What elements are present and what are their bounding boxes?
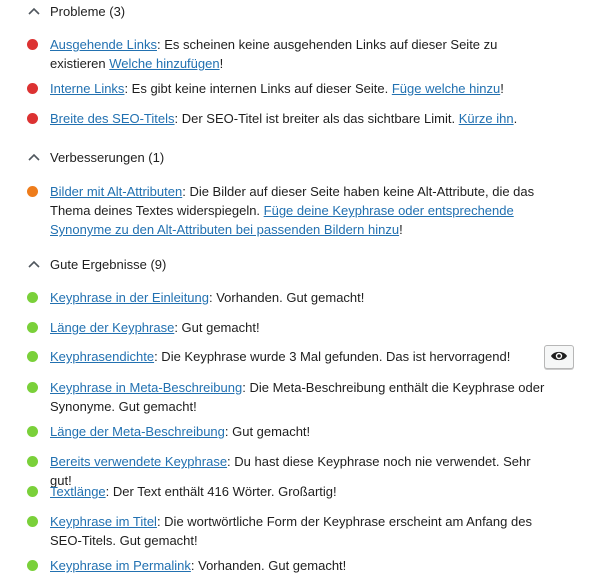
status-bullet-green: [27, 382, 38, 393]
result-text: Keyphrase in der Einleitung: Vorhanden. …: [50, 290, 365, 305]
status-bullet-green: [27, 516, 38, 527]
result-link[interactable]: Breite des SEO-Titels: [50, 111, 175, 126]
status-bullet-red: [27, 113, 38, 124]
status-bullet-green: [27, 351, 38, 362]
status-bullet-green: [27, 486, 38, 497]
result-link[interactable]: Keyphrase im Titel: [50, 514, 157, 529]
status-bullet-orange: [27, 186, 38, 197]
status-bullet-green: [27, 322, 38, 333]
result-link[interactable]: Textlänge: [50, 484, 106, 499]
status-bullet-green: [27, 560, 38, 571]
result-text: Bilder mit Alt-Attributen: Die Bilder au…: [50, 184, 535, 237]
chevron-up-icon: [22, 254, 46, 274]
result-action-link[interactable]: Kürze ihn: [459, 111, 514, 126]
result-link[interactable]: Keyphrase in der Einleitung: [50, 290, 209, 305]
result-text: Länge der Keyphrase: Gut gemacht!: [50, 320, 260, 335]
result-text: Keyphrase in Meta-Beschreibung: Die Meta…: [50, 380, 545, 414]
result-text: Keyphrase im Permalink: Vorhanden. Gut g…: [50, 558, 347, 573]
eye-icon: [550, 350, 568, 365]
result-text: Interne Links: Es gibt keine internen Li…: [50, 81, 504, 96]
chevron-up-icon: [22, 147, 46, 167]
section-header-improvements[interactable]: Verbesserungen (1): [0, 147, 164, 167]
result-action-link[interactable]: Füge welche hinzu: [392, 81, 500, 96]
section-title: Verbesserungen (1): [50, 149, 165, 165]
section-title: Gute Ergebnisse (9): [50, 256, 167, 272]
result-link[interactable]: Länge der Keyphrase: [50, 320, 174, 335]
status-bullet-green: [27, 456, 38, 467]
status-bullet-red: [27, 83, 38, 94]
result-link[interactable]: Keyphrase in Meta-Beschreibung: [50, 380, 242, 395]
section-title: Probleme (3): [50, 3, 126, 19]
result-link[interactable]: Länge der Meta-Beschreibung: [50, 424, 225, 439]
status-bullet-green: [27, 292, 38, 303]
chevron-up-icon: [22, 1, 46, 21]
result-link[interactable]: Keyphrasendichte: [50, 349, 154, 364]
result-text: Länge der Meta-Beschreibung: Gut gemacht…: [50, 424, 311, 439]
status-bullet-red: [27, 39, 38, 50]
result-link[interactable]: Bereits verwendete Keyphrase: [50, 454, 227, 469]
highlight-eye-button[interactable]: [544, 345, 574, 369]
section-header-problems[interactable]: Probleme (3): [0, 1, 125, 21]
result-link[interactable]: Bilder mit Alt-Attributen: [50, 184, 182, 199]
result-text: Keyphrasendichte: Die Keyphrase wurde 3 …: [50, 349, 511, 364]
section-header-good-results[interactable]: Gute Ergebnisse (9): [0, 254, 166, 274]
result-link[interactable]: Interne Links: [50, 81, 124, 96]
result-text: Breite des SEO-Titels: Der SEO-Titel ist…: [50, 111, 518, 126]
result-text: Keyphrase im Titel: Die wortwörtliche Fo…: [50, 514, 532, 548]
result-link[interactable]: Keyphrase im Permalink: [50, 558, 191, 573]
result-link[interactable]: Ausgehende Links: [50, 37, 157, 52]
result-text: Ausgehende Links: Es scheinen keine ausg…: [50, 37, 498, 71]
result-action-link[interactable]: Welche hinzufügen: [109, 56, 219, 71]
result-text: Textlänge: Der Text enthält 416 Wörter. …: [50, 484, 337, 499]
status-bullet-green: [27, 426, 38, 437]
